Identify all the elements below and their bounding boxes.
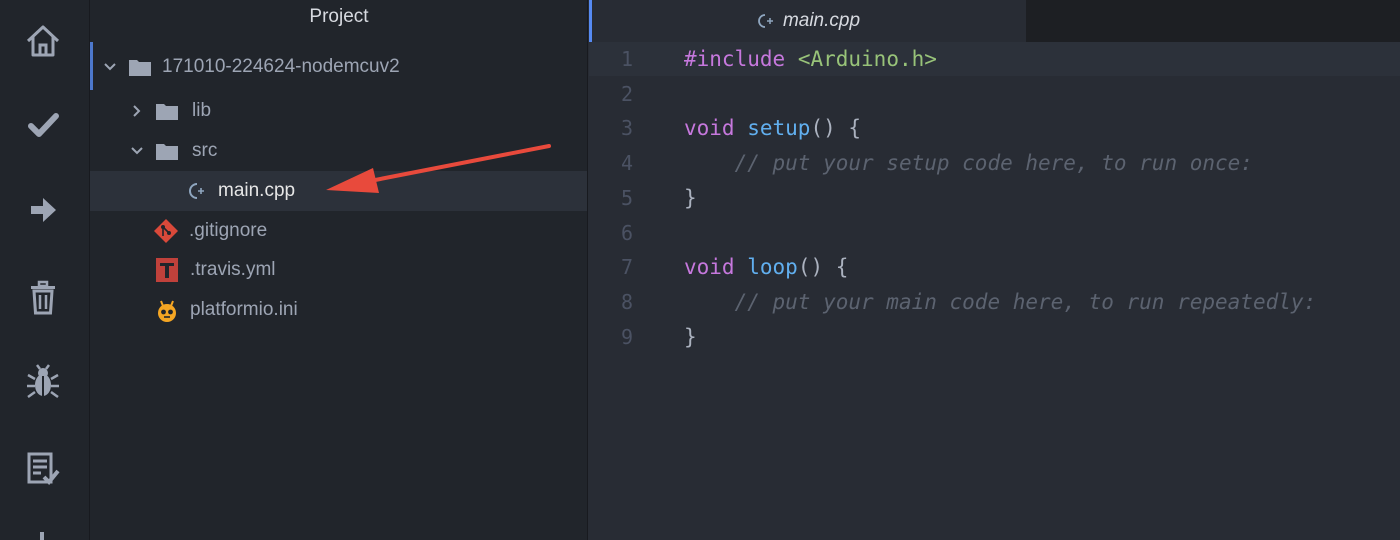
code-token: <Arduino.h>: [797, 47, 937, 71]
code-token: () {: [797, 255, 849, 280]
line-number: 7: [620, 255, 633, 280]
chevron-down-icon: [104, 63, 116, 71]
test-list-icon: [27, 452, 60, 485]
tree-item-main-cpp[interactable]: main.cpp: [90, 171, 587, 211]
line-number: 3: [620, 116, 633, 141]
cpp-file-icon: [758, 14, 773, 28]
tree-item-platformio[interactable]: platformio.ini: [90, 290, 587, 330]
test-button[interactable]: [21, 446, 65, 490]
code-line: void loop() {: [684, 250, 848, 285]
code-token: loop: [747, 255, 798, 280]
tree-item-label: main.cpp: [218, 180, 296, 201]
line-number: 4: [620, 151, 633, 176]
code-line: }: [684, 181, 697, 216]
tree-root-folder[interactable]: 171010-224624-nodemcuv2: [90, 47, 587, 87]
tree-item-src[interactable]: src: [90, 131, 587, 171]
tree-item-label: platformio.ini: [190, 299, 298, 320]
chevron-right-icon: [133, 105, 141, 117]
code-line: #include <Arduino.h>: [684, 42, 937, 77]
project-tree-panel: Project 171010-224624-nodemcuv2 lib src …: [90, 0, 588, 540]
tree-root-label: 171010-224624-nodemcuv2: [162, 56, 400, 77]
home-icon: [26, 25, 60, 57]
code-token: // put your setup code here, to run once…: [734, 151, 1253, 176]
code-token: setup: [747, 116, 811, 141]
code-token: // put your main code here, to run repea…: [734, 289, 1317, 314]
editor-pane: main.cpp 1 #include <Arduino.h> 2 3 void set…: [589, 0, 1400, 540]
tree-item-label: lib: [192, 100, 212, 121]
tree-item-travis[interactable]: .travis.yml: [90, 250, 587, 290]
chevron-down-icon: [131, 147, 143, 155]
code-token: void: [684, 116, 735, 141]
line-number: 9: [620, 324, 633, 349]
bug-icon: [27, 364, 59, 399]
line-number: 1: [620, 47, 633, 71]
tree-item-label: src: [192, 140, 218, 161]
tab-active-indicator: [589, 0, 592, 42]
code-line: void setup() {: [684, 111, 861, 146]
line-number: 5: [620, 185, 633, 210]
more-tools-icon: [40, 532, 44, 540]
arrow-right-icon: [31, 198, 56, 222]
debug-button[interactable]: [21, 360, 65, 404]
code-line: // put your setup code here, to run once…: [684, 146, 1253, 181]
activity-bar: [0, 0, 90, 540]
tab-main-cpp[interactable]: main.cpp: [589, 0, 1026, 42]
folder-icon: [156, 144, 178, 160]
home-button[interactable]: [21, 19, 65, 63]
tab-label: main.cpp: [782, 10, 861, 31]
tree-item-label: .gitignore: [189, 220, 268, 241]
tree-item-lib[interactable]: lib: [90, 91, 587, 131]
platformio-icon: [158, 300, 176, 322]
upload-button[interactable]: [21, 188, 65, 232]
trash-icon: [31, 280, 55, 315]
git-icon: [154, 219, 178, 243]
code-line: // put your main code here, to run repea…: [684, 285, 1317, 320]
check-icon: [28, 113, 59, 137]
tree-item-label: .travis.yml: [190, 259, 276, 280]
code-token: #include: [684, 47, 786, 71]
line-number: 6: [620, 220, 633, 245]
cpp-file-icon: [189, 183, 204, 199]
tree-item-gitignore[interactable]: .gitignore: [90, 211, 587, 251]
code-line: }: [684, 320, 697, 355]
code-token: void: [684, 255, 735, 280]
travis-icon: [156, 258, 178, 282]
folder-icon: [156, 104, 178, 120]
code-token: }: [684, 185, 697, 210]
folder-icon: [129, 60, 151, 76]
code-token: () {: [810, 116, 862, 141]
line-number: 8: [620, 289, 633, 314]
line-number: 2: [620, 81, 633, 106]
code-token: }: [684, 324, 697, 349]
panel-title: Project: [309, 6, 369, 27]
tab-bar-empty-area: [1026, 0, 1400, 42]
clean-button[interactable]: [21, 275, 65, 319]
build-button[interactable]: [21, 103, 65, 147]
tab-bar: main.cpp: [589, 0, 1400, 42]
